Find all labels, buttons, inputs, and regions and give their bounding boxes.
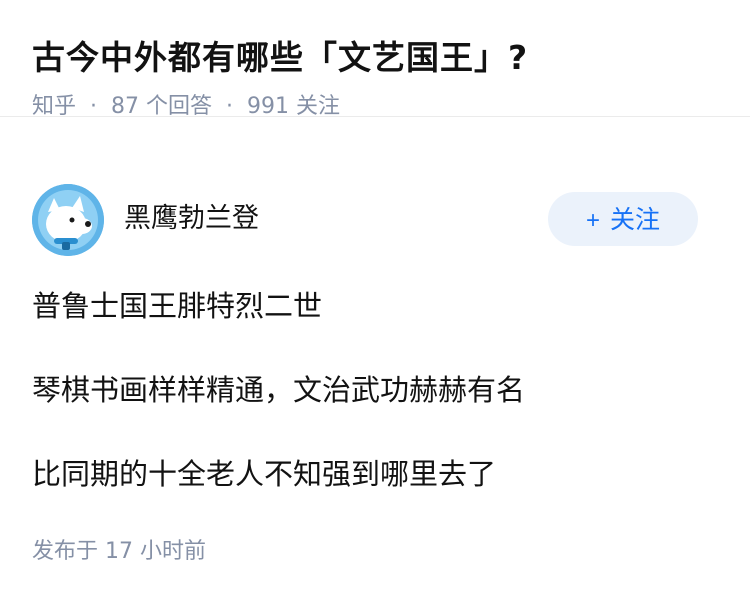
plus-icon: + [585,207,600,234]
answer-count[interactable]: 87 个回答 [111,94,212,119]
follow-button[interactable]: + 关注 [548,192,698,246]
author-name[interactable]: 黑鹰勃兰登 [124,200,259,238]
question-meta: 知乎 · 87 个回答 · 991 关注 [32,92,718,122]
question-header: 古今中外都有哪些「文艺国王」? 知乎 · 87 个回答 · 991 关注 [0,0,750,119]
answer-paragraph: 琴棋书画样样精通，文治武功赫赫有名 [32,373,526,407]
zhihu-answer-page: 古今中外都有哪些「文艺国王」? 知乎 · 87 个回答 · 991 关注 黑鹰勃兰登 +… [0,0,750,602]
separator-dot: · [90,94,98,119]
question-title[interactable]: 古今中外都有哪些「文艺国王」? [32,34,718,82]
follow-label: 关注 [610,206,661,234]
source-label[interactable]: 知乎 [32,94,76,119]
author-avatar[interactable] [32,184,104,256]
answer-paragraph: 比同期的十全老人不知强到哪里去了 [32,457,497,491]
follower-count[interactable]: 991 关注 [247,94,340,119]
publish-time: 发布于 17 小时前 [32,539,206,564]
separator-dot: · [226,94,234,119]
husky-dog-avatar-icon [32,184,104,256]
answer-paragraph: 普鲁士国王腓特烈二世 [32,289,323,323]
